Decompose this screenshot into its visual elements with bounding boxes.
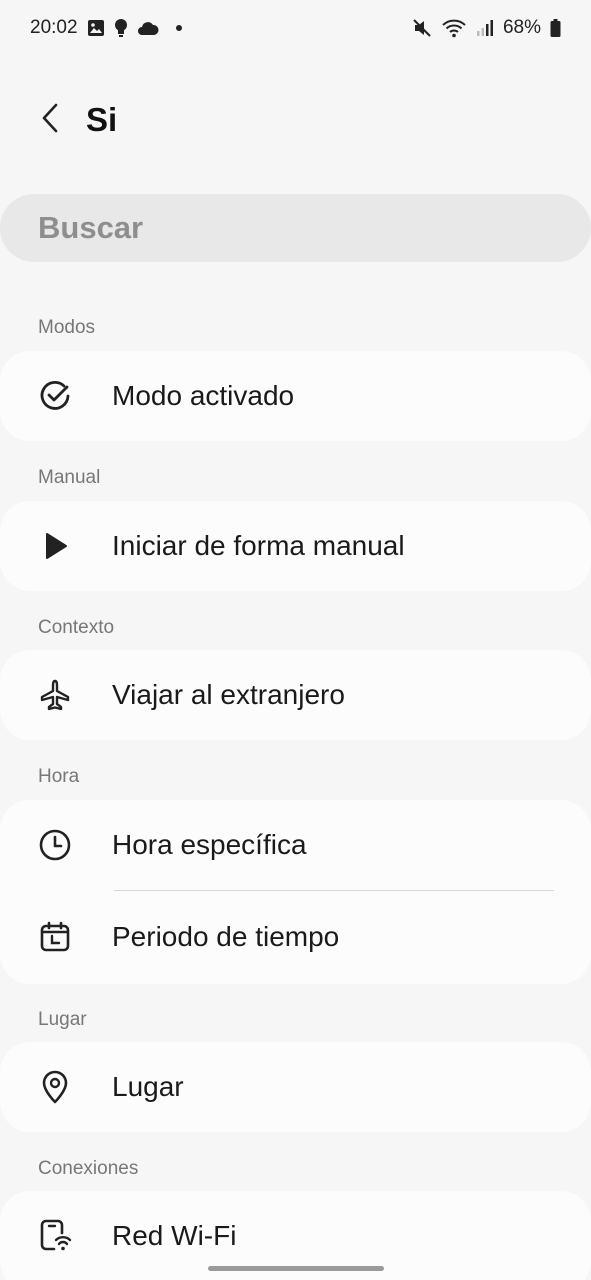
airplane-icon: [37, 677, 73, 713]
list-item-periodo-tiempo[interactable]: Periodo de tiempo: [0, 891, 591, 983]
battery-percent: 68%: [502, 17, 541, 38]
section-label-hora: Hora: [38, 766, 80, 787]
list-item-modo-activado[interactable]: Modo activado: [0, 351, 591, 441]
card-manual: Iniciar de forma manual: [0, 501, 591, 591]
item-label: Hora específica: [112, 829, 307, 860]
clock-icon: [37, 827, 73, 863]
section-label-conexiones: Conexiones: [38, 1158, 139, 1179]
item-label: Periodo de tiempo: [112, 921, 340, 952]
item-label: Iniciar de forma manual: [112, 530, 405, 561]
status-time: 20:02: [30, 17, 78, 38]
location-pin-icon: [37, 1069, 73, 1105]
card-hora: Hora específica Periodo de tiempo: [0, 800, 591, 984]
list-item-hora-especifica[interactable]: Hora específica: [0, 800, 591, 890]
card-modos: Modo activado: [0, 351, 591, 441]
card-contexto: Viajar al extranjero: [0, 650, 591, 740]
notification-dot: [175, 25, 182, 31]
routine-condition-screen: 20:02 68% Si Buscar Modos Modo activado …: [0, 0, 591, 1280]
gallery-icon: [87, 19, 105, 37]
play-icon: [37, 528, 73, 564]
battery-icon: [550, 19, 561, 37]
list-item-iniciar-manual[interactable]: Iniciar de forma manual: [0, 501, 591, 591]
calendar-icon: [37, 919, 73, 955]
card-lugar: Lugar: [0, 1042, 591, 1132]
section-label-lugar: Lugar: [38, 1009, 87, 1030]
item-label: Modo activado: [112, 380, 295, 411]
signal-icon: [476, 19, 494, 37]
wifi-icon: [441, 18, 467, 38]
gesture-nav-handle[interactable]: [208, 1266, 384, 1271]
app-header: Si: [0, 90, 591, 150]
chevron-left-icon: [40, 102, 60, 139]
list-item-lugar[interactable]: Lugar: [0, 1042, 591, 1132]
status-right: 68%: [412, 17, 561, 39]
page-title: Si: [86, 101, 118, 138]
item-label: Red Wi-Fi: [112, 1220, 237, 1251]
item-label: Viajar al extranjero: [112, 679, 345, 710]
status-bar: 20:02 68%: [0, 0, 591, 56]
bulb-icon: [114, 18, 128, 38]
mute-icon: [412, 18, 432, 38]
item-label: Lugar: [112, 1071, 184, 1102]
cloud-icon: [137, 20, 159, 36]
wifi-device-icon: [37, 1218, 73, 1254]
search-input[interactable]: Buscar: [0, 194, 591, 262]
list-item-viajar-extranjero[interactable]: Viajar al extranjero: [0, 650, 591, 740]
search-placeholder: Buscar: [38, 210, 144, 245]
section-label-modos: Modos: [38, 317, 96, 338]
back-button[interactable]: [22, 92, 78, 148]
check-circle-icon: [37, 378, 73, 414]
section-label-manual: Manual: [38, 467, 101, 488]
status-left: 20:02: [30, 17, 182, 39]
section-label-contexto: Contexto: [38, 617, 115, 638]
